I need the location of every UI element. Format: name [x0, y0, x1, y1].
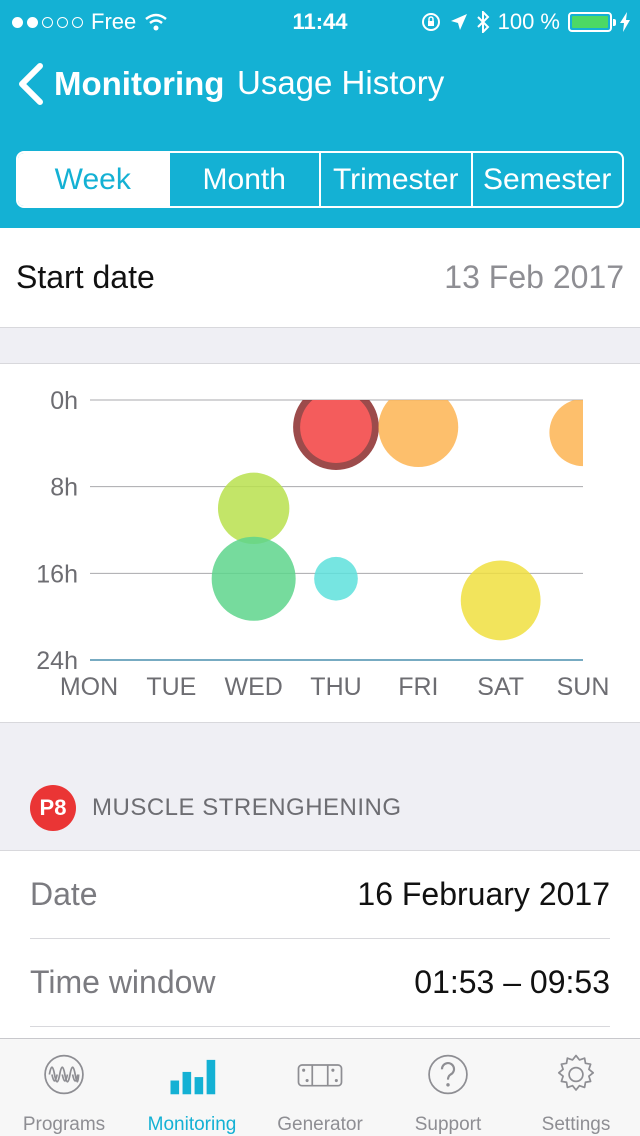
x-tick-label: TUE: [146, 673, 196, 701]
tab-monitoring-label: Monitoring: [147, 1114, 237, 1135]
tab-programs-label: Programs: [22, 1114, 106, 1135]
status-bar: Free 11:44 100 %: [0, 0, 640, 40]
charging-bolt-icon: [620, 12, 630, 32]
bluetooth-icon: [476, 11, 490, 33]
y-tick-label: 0h: [50, 387, 78, 415]
date-label: Date: [30, 876, 98, 912]
status-right: 100 %: [420, 9, 630, 35]
x-tick-label: SAT: [477, 673, 524, 701]
segment-week[interactable]: Week: [18, 153, 168, 206]
tab-bar: Programs Monitoring Generator Support Se…: [0, 1038, 640, 1136]
date-row: Date 16 February 2017: [30, 851, 610, 939]
chart-bubble: [549, 400, 583, 467]
header: Free 11:44 100 % Monitoring Usage Histor…: [0, 0, 640, 228]
tab-settings[interactable]: Settings: [512, 1039, 640, 1136]
segment-semester[interactable]: Semester: [470, 153, 623, 206]
tab-monitoring[interactable]: Monitoring: [128, 1039, 256, 1136]
time-window-row: Time window 01:53 – 09:53: [30, 939, 610, 1027]
chart-bubble: [217, 472, 290, 545]
tab-generator-label: Generator: [277, 1114, 363, 1135]
time-window-label: Time window: [30, 964, 216, 1000]
chart-bubble: [460, 560, 541, 641]
x-tick-label: SUN: [557, 673, 610, 701]
y-tick-label: 24h: [36, 647, 78, 675]
question-circle-icon: [428, 1054, 468, 1095]
programs-wave-icon: [44, 1054, 84, 1095]
x-tick-label: FRI: [398, 673, 438, 701]
battery-icon: [568, 12, 616, 32]
start-date-value: 13 Feb 2017: [444, 259, 624, 295]
usage-chart: 0h 8h 16h 24h MON TUE WED THU FRI SAT SUN: [0, 363, 640, 723]
navigation-bar: Monitoring Usage History: [0, 50, 640, 120]
segment-trimester[interactable]: Trimester: [319, 153, 471, 206]
page-title: Usage History: [237, 64, 445, 101]
gear-icon: [557, 1054, 595, 1091]
program-badge: P8: [30, 785, 76, 831]
chart-bubble: [378, 400, 459, 467]
chevron-left-icon: [19, 63, 43, 105]
back-button-label: Monitoring: [54, 65, 225, 102]
rotation-lock-icon: [421, 13, 440, 31]
chart-bubble: [314, 556, 358, 601]
tab-support-label: Support: [414, 1114, 482, 1135]
tab-programs[interactable]: Programs: [0, 1039, 128, 1136]
y-tick-label: 8h: [50, 474, 78, 502]
start-date-label: Start date: [16, 259, 155, 295]
segment-month[interactable]: Month: [167, 153, 320, 206]
program-header: P8 MUSCLE STRENGHENING: [30, 785, 402, 831]
battery-percent: 100 %: [497, 9, 560, 34]
tab-generator[interactable]: Generator: [256, 1039, 384, 1136]
tab-support[interactable]: Support: [384, 1039, 512, 1136]
time-window-value: 01:53 – 09:53: [414, 964, 610, 1000]
session-details: Date 16 February 2017 Time window 01:53 …: [0, 850, 640, 1038]
back-button[interactable]: Monitoring: [16, 62, 224, 106]
x-tick-label: WED: [225, 673, 283, 701]
x-tick-label: MON: [60, 673, 118, 701]
period-segmented-control: Week Month Trimester Semester: [16, 151, 624, 208]
tab-settings-label: Settings: [541, 1114, 611, 1135]
x-tick-label: THU: [310, 673, 361, 701]
start-date-row[interactable]: Start date 13 Feb 2017: [0, 228, 640, 328]
y-tick-label: 16h: [36, 560, 78, 588]
monitoring-bars-icon: [170, 1059, 216, 1095]
program-name: MUSCLE STRENGHENING: [92, 794, 402, 821]
usage-chart-svg: 0h 8h 16h 24hMON TUE WED THU FRI SAT SUN: [36, 387, 610, 701]
date-value: 16 February 2017: [357, 876, 610, 912]
chart-bubble: [211, 536, 296, 621]
location-arrow-icon: [450, 14, 467, 30]
chart-bubble: [300, 400, 372, 463]
generator-device-icon: [297, 1064, 343, 1087]
